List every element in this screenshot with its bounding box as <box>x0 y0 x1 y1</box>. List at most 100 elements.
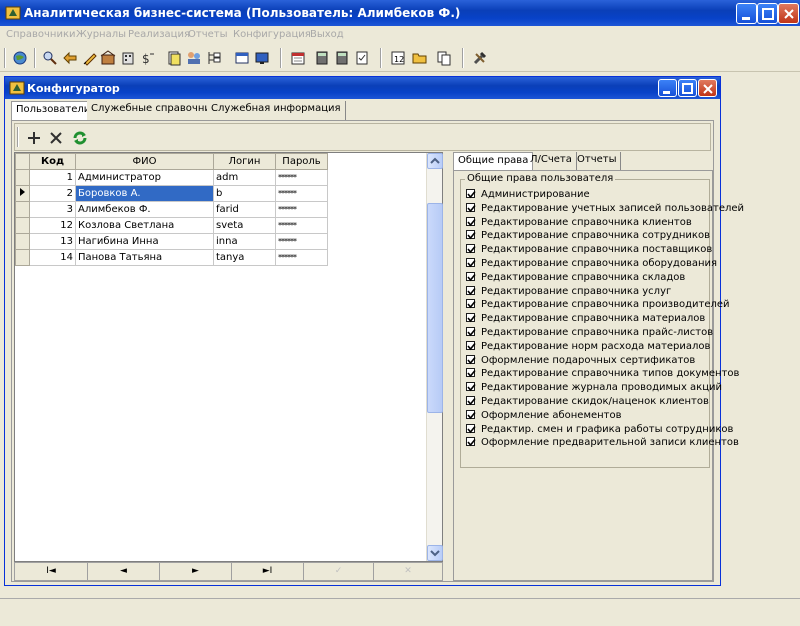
building-icon[interactable] <box>120 50 136 66</box>
cell-code[interactable]: 3 <box>29 201 76 218</box>
permission-checkbox[interactable]: Оформление подарочных сертификатов <box>466 354 695 367</box>
checklist-icon[interactable] <box>354 50 370 66</box>
row-indicator[interactable] <box>15 233 30 250</box>
tab-users[interactable]: Пользователи <box>11 101 96 121</box>
row-indicator[interactable] <box>15 201 30 218</box>
checkbox-checked-icon[interactable] <box>466 258 476 268</box>
menu-reports[interactable]: Отчеты <box>188 29 227 40</box>
refresh-icon[interactable] <box>71 129 89 147</box>
tab-general-rights[interactable]: Общие права <box>453 152 534 170</box>
warehouse-icon[interactable] <box>100 50 116 66</box>
checkbox-checked-icon[interactable] <box>466 271 476 282</box>
tree-icon[interactable] <box>206 50 222 66</box>
table-row[interactable]: 1 Администратор adm ****** <box>15 169 328 186</box>
monitor-icon[interactable] <box>254 50 270 66</box>
column-header-code[interactable]: Код <box>29 153 76 170</box>
scroll-thumb[interactable] <box>427 203 443 413</box>
document-stack-icon[interactable] <box>166 50 182 66</box>
column-header-password[interactable]: Пароль <box>275 153 328 170</box>
checkbox-checked-icon[interactable] <box>466 189 476 199</box>
app-title-bar[interactable]: Аналитическая бизнес-система (Пользовате… <box>0 0 800 26</box>
cell-code[interactable]: 1 <box>29 169 76 186</box>
globe-icon[interactable] <box>12 50 28 66</box>
table-row[interactable]: 3 Алимбеков Ф. farid ****** <box>15 201 328 218</box>
permission-checkbox[interactable]: Редактирование учетных записей пользоват… <box>466 202 744 215</box>
checkbox-checked-icon[interactable] <box>466 202 476 213</box>
checkbox-checked-icon[interactable] <box>466 230 476 240</box>
cell-login[interactable]: b <box>213 185 276 202</box>
minimize-button[interactable] <box>736 3 757 24</box>
cell-code[interactable]: 12 <box>29 217 76 234</box>
checkbox-checked-icon[interactable] <box>466 216 476 226</box>
cell-code[interactable]: 2 <box>29 185 76 202</box>
permission-checkbox[interactable]: Оформление абонементов <box>466 409 622 422</box>
money-icon[interactable]: $ <box>140 50 156 66</box>
permission-checkbox[interactable]: Редактирование журнала проводимых акций <box>466 381 722 394</box>
checkbox-checked-icon[interactable] <box>466 299 476 309</box>
grid-vertical-scrollbar[interactable] <box>426 153 443 561</box>
row-indicator[interactable] <box>15 249 30 266</box>
permission-checkbox[interactable]: Редактирование справочника сотрудников <box>466 229 710 242</box>
configurator-title-bar[interactable]: Конфигуратор <box>5 77 720 99</box>
checkbox-checked-icon[interactable] <box>466 285 476 295</box>
checkbox-checked-icon[interactable] <box>466 396 476 406</box>
permission-checkbox[interactable]: Редактир. смен и графика работы сотрудни… <box>466 423 733 436</box>
nav-first-button[interactable]: I◄ <box>14 562 88 581</box>
cell-login[interactable]: tanya <box>213 249 276 266</box>
column-header-fio[interactable]: ФИО <box>75 153 214 170</box>
window-icon[interactable] <box>234 50 250 66</box>
menu-journals[interactable]: Журналы <box>76 29 126 40</box>
cell-code[interactable]: 13 <box>29 233 76 250</box>
checkbox-checked-icon[interactable] <box>466 340 476 351</box>
cell-password[interactable]: ****** <box>275 169 328 186</box>
cell-login[interactable]: inna <box>213 233 276 250</box>
cell-password[interactable]: ****** <box>275 233 328 250</box>
table-row[interactable]: 13 Нагибина Инна inna ****** <box>15 233 328 250</box>
calculator-icon[interactable] <box>334 50 350 66</box>
folder-open-icon[interactable] <box>412 50 428 66</box>
tab-service-information[interactable]: Служебная информация <box>207 101 346 120</box>
close-button[interactable] <box>778 3 799 24</box>
nav-next-button[interactable]: ► <box>159 562 232 581</box>
tab-reports[interactable]: Отчеты <box>573 152 622 170</box>
child-minimize-button[interactable] <box>658 79 677 97</box>
checkbox-checked-icon[interactable] <box>466 313 476 323</box>
calculator-icon[interactable] <box>314 50 330 66</box>
permission-checkbox[interactable]: Редактирование справочника оборудования <box>466 257 717 270</box>
cell-login[interactable]: farid <box>213 201 276 218</box>
scroll-up-button[interactable] <box>427 153 443 169</box>
column-header-login[interactable]: Логин <box>213 153 276 170</box>
permission-checkbox[interactable]: Редактирование справочника клиентов <box>466 216 692 229</box>
menu-exit[interactable]: Выход <box>310 29 344 40</box>
row-indicator-current[interactable] <box>15 185 30 202</box>
permission-checkbox[interactable]: Редактирование справочника складов <box>466 271 685 284</box>
transfer-icon[interactable] <box>62 50 78 66</box>
nav-last-button[interactable]: ►I <box>231 562 304 581</box>
checkbox-checked-icon[interactable] <box>466 382 476 392</box>
checkbox-checked-icon[interactable] <box>466 244 476 254</box>
menu-directories[interactable]: Справочники <box>6 29 76 40</box>
tab-accounts[interactable]: Л/Счета <box>526 152 577 170</box>
checkbox-checked-icon[interactable] <box>466 437 476 447</box>
permission-checkbox[interactable]: Редактирование норм расхода материалов <box>466 340 710 353</box>
permission-checkbox[interactable]: Редактирование справочника поставщиков <box>466 243 712 256</box>
cell-fio[interactable]: Боровков А. <box>75 185 214 202</box>
nav-cancel-button[interactable]: ✕ <box>373 562 443 581</box>
cell-code[interactable]: 14 <box>29 249 76 266</box>
cell-fio[interactable]: Панова Татьяна <box>75 249 214 266</box>
pencil-icon[interactable] <box>82 50 98 66</box>
permission-checkbox[interactable]: Редактирование справочника материалов <box>466 312 705 325</box>
cell-fio[interactable]: Нагибина Инна <box>75 233 214 250</box>
people-icon[interactable] <box>186 50 202 66</box>
cell-login[interactable]: sveta <box>213 217 276 234</box>
permission-checkbox[interactable]: Редактирование скидок/наценок клиентов <box>466 395 709 408</box>
table-row[interactable]: 14 Панова Татьяна tanya ****** <box>15 249 328 266</box>
delete-icon[interactable] <box>47 129 65 147</box>
date-icon[interactable]: 12 <box>390 50 406 66</box>
cell-login[interactable]: adm <box>213 169 276 186</box>
copy-icon[interactable] <box>436 50 452 66</box>
permission-checkbox[interactable]: Редактирование справочника производителе… <box>466 298 730 311</box>
permission-checkbox[interactable]: Администрирование <box>466 188 590 201</box>
menu-configuration[interactable]: Конфигурация <box>233 29 311 40</box>
permission-checkbox[interactable]: Редактирование справочника типов докумен… <box>466 367 739 380</box>
